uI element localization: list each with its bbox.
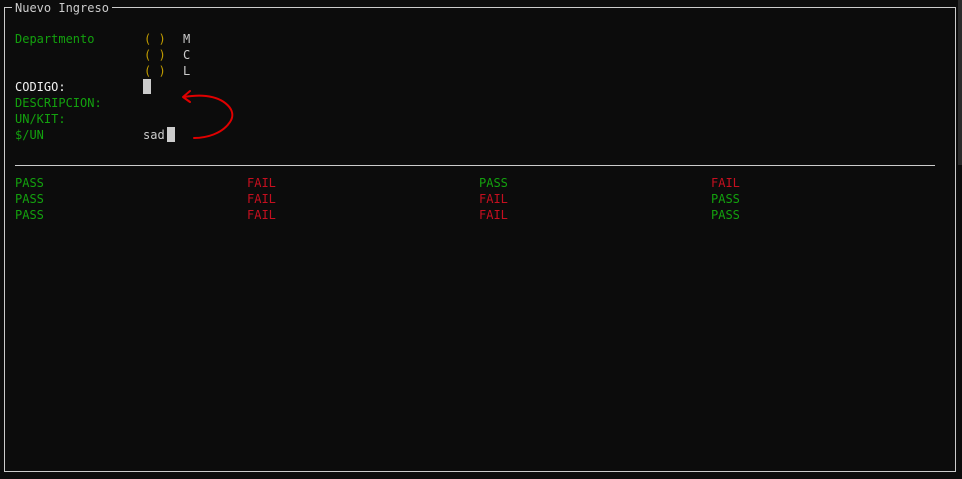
text-cursor xyxy=(167,127,175,142)
result-cell: PASS xyxy=(15,176,44,190)
result-cell: FAIL xyxy=(247,176,276,190)
result-cell: PASS xyxy=(15,192,44,206)
result-cell: PASS xyxy=(479,176,508,190)
result-cell: FAIL xyxy=(711,176,740,190)
text-cursor xyxy=(143,79,151,94)
section-divider xyxy=(15,165,935,166)
result-cell: PASS xyxy=(15,208,44,222)
result-cell: PASS xyxy=(711,208,740,222)
codigo-label: CODIGO: xyxy=(15,80,66,94)
result-cell: FAIL xyxy=(479,192,508,206)
department-label: Departmento xyxy=(15,32,95,46)
result-cell: FAIL xyxy=(247,192,276,206)
annotation-arrow-icon xyxy=(182,90,234,139)
department-radio-m[interactable]: ( ) xyxy=(144,31,166,47)
department-radio-c[interactable]: ( ) xyxy=(144,47,166,63)
terminal-screen: Nuevo Ingreso Departmento ( ) M ( ) C ( … xyxy=(0,0,962,479)
result-cell: FAIL xyxy=(479,208,508,222)
descripcion-label: DESCRIPCION: xyxy=(15,96,102,110)
department-radio-l[interactable]: ( ) xyxy=(144,63,166,79)
department-option-m-label: M xyxy=(183,32,191,46)
window-title: Nuevo Ingreso xyxy=(12,0,112,16)
department-option-c-label: C xyxy=(183,48,191,62)
precio-unidad-input[interactable]: sad xyxy=(143,127,165,143)
scrollbar-thumb[interactable] xyxy=(958,0,962,165)
precio-unidad-label: $/UN xyxy=(15,128,44,142)
un-kit-label: UN/KIT: xyxy=(15,112,66,126)
result-cell: PASS xyxy=(711,192,740,206)
department-option-l-label: L xyxy=(183,64,191,78)
result-cell: FAIL xyxy=(247,208,276,222)
